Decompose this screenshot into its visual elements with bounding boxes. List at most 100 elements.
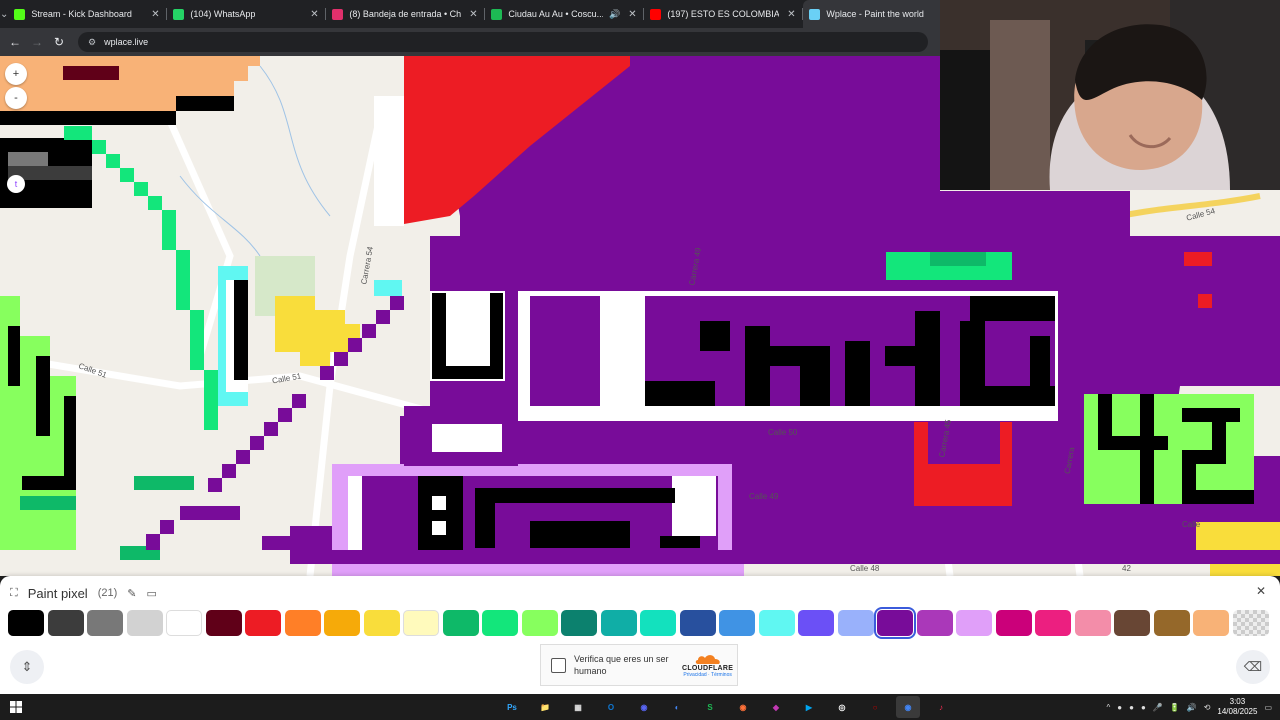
tab-title: (8) Bandeja de entrada • Chats <box>349 9 462 19</box>
color-swatch-dark-blue[interactable] <box>679 610 716 636</box>
notification-icon[interactable]: ▭ <box>1264 703 1272 712</box>
color-swatch-light-yellow[interactable] <box>403 610 439 636</box>
tray-icon[interactable]: 🔊 <box>1187 703 1197 712</box>
color-swatch-dark-gray[interactable] <box>47 610 84 636</box>
color-swatch-beige[interactable] <box>1193 610 1229 636</box>
close-icon[interactable]: ✕ <box>1252 584 1270 602</box>
taskbar-app-icon[interactable]: ◎ <box>830 696 854 718</box>
back-button[interactable]: ← <box>6 33 24 51</box>
taskbar-app-icon[interactable]: ◉ <box>632 696 656 718</box>
fullscreen-icon[interactable]: ⛶ <box>10 587 18 600</box>
pencil-icon[interactable]: ✎ <box>127 587 136 600</box>
tray-icon[interactable]: ● <box>1129 703 1134 712</box>
streamer-video <box>940 0 1280 190</box>
street-label: Calle 50 <box>768 428 798 437</box>
captcha-checkbox[interactable] <box>551 657 566 673</box>
taskbar-app-icon[interactable]: ▦ <box>566 696 590 718</box>
color-swatch-cyan[interactable] <box>758 610 795 636</box>
color-swatch-light-pink[interactable] <box>1074 610 1111 636</box>
tab-title: (197) ESTO ES COLOMBIA #3 |... <box>667 9 780 19</box>
windows-start-icon[interactable] <box>0 694 32 720</box>
tab-favicon-icon <box>173 8 185 20</box>
color-swatch-white[interactable] <box>166 610 202 636</box>
color-swatch-light-teal[interactable] <box>640 610 676 636</box>
expand-button[interactable]: ⇕ <box>10 650 44 684</box>
browser-tab[interactable]: Ciudau Au Au • Coscu... 🔊 ✕ <box>485 0 645 28</box>
color-swatch-dark-green[interactable] <box>442 610 479 636</box>
color-swatch-green[interactable] <box>482 610 518 636</box>
captcha-links[interactable]: Privacidad · Términos <box>683 672 732 678</box>
color-swatch-dark-purple[interactable] <box>874 607 916 639</box>
color-swatch-light-green[interactable] <box>521 610 558 636</box>
tab-favicon-icon <box>650 8 662 20</box>
captcha-text: Verifica que eres un ser humano <box>574 654 669 676</box>
forward-button[interactable]: → <box>28 33 46 51</box>
color-swatch-indigo[interactable] <box>798 610 834 636</box>
tray-icon[interactable]: ⟲ <box>1204 703 1211 712</box>
screen: ⌄ Stream - Kick Dashboard ✕ (104) WhatsApp… <box>0 0 1280 720</box>
taskbar-app-icon[interactable]: S <box>698 696 722 718</box>
tab-bar: ⌄ Stream - Kick Dashboard ✕ (104) WhatsApp… <box>0 0 963 28</box>
browser-tab[interactable]: (197) ESTO ES COLOMBIA #3 |... ✕ <box>644 0 804 28</box>
tab-close-icon[interactable]: ✕ <box>308 9 320 20</box>
color-swatch-yellow[interactable] <box>363 610 400 636</box>
color-swatch-black[interactable] <box>8 610 44 636</box>
color-swatch-gold[interactable] <box>324 610 360 636</box>
tray-icon[interactable]: ● <box>1141 703 1146 712</box>
clock[interactable]: 3:03 14/08/2025 <box>1217 697 1257 717</box>
taskbar-app-icon[interactable]: ▶ <box>797 696 821 718</box>
tab-search-icon[interactable]: ⌄ <box>0 0 8 28</box>
color-swatch-deep-red[interactable] <box>205 610 242 636</box>
tab-audio-icon[interactable]: 🔊 <box>609 9 620 20</box>
eraser-button[interactable]: ⌫ <box>1236 650 1270 684</box>
twitch-icon[interactable]: t <box>7 175 25 193</box>
taskbar-app-icon[interactable]: Ps <box>500 696 524 718</box>
browser-tab[interactable]: Wplace - Paint the world✕ <box>803 0 963 28</box>
color-swatch-blue[interactable] <box>719 610 755 636</box>
taskbar-app-icon[interactable]: O <box>599 696 623 718</box>
color-swatch-purple[interactable] <box>916 610 953 636</box>
tray-icon[interactable]: 🎤 <box>1153 703 1163 712</box>
address-bar[interactable]: ⚙ wplace.live <box>78 32 928 52</box>
taskbar-apps: Ps 📁 ▦ O ◉ ◐ S ◉ ◆ ▶ ◎ ○ ◉ ♪ <box>500 694 953 720</box>
taskbar-app-icon[interactable]: ◉ <box>731 696 755 718</box>
color-swatch-light-gray[interactable] <box>126 610 163 636</box>
color-swatch-pink[interactable] <box>1035 610 1071 636</box>
color-swatch-light-indigo[interactable] <box>837 610 874 636</box>
tray-icon[interactable]: ● <box>1117 703 1122 712</box>
browser-tab[interactable]: Stream - Kick Dashboard ✕ <box>8 0 168 28</box>
taskbar-app-icon[interactable]: 📁 <box>533 696 557 718</box>
taskbar-app-icon[interactable]: ♪ <box>929 696 953 718</box>
color-swatch-teal[interactable] <box>600 610 637 636</box>
clock-time: 3:03 <box>1229 697 1246 706</box>
tab-title: Wplace - Paint the world <box>826 9 924 19</box>
tab-close-icon[interactable]: ✕ <box>467 9 479 20</box>
color-swatch-orange[interactable] <box>284 610 321 636</box>
tab-close-icon[interactable]: ✕ <box>149 9 161 20</box>
color-swatch-dark-brown[interactable] <box>1114 610 1150 636</box>
zoom-out-button[interactable]: - <box>5 87 27 109</box>
taskbar-app-icon[interactable]: ◉ <box>896 696 920 718</box>
color-swatch-red[interactable] <box>245 610 281 636</box>
color-swatch-brown[interactable] <box>1153 610 1190 636</box>
color-swatch-dark-teal[interactable] <box>561 610 597 636</box>
zoom-in-button[interactable]: + <box>5 63 27 85</box>
color-swatch-transparent[interactable] <box>1232 610 1269 636</box>
tab-close-icon[interactable]: ✕ <box>785 9 797 20</box>
tray-icon[interactable]: 🔋 <box>1170 703 1180 712</box>
color-swatch-light-purple[interactable] <box>956 610 992 636</box>
pixel-count: (21) <box>97 587 118 599</box>
tray-icon[interactable]: ^ <box>1106 703 1110 712</box>
taskbar-app-icon[interactable]: ◐ <box>665 696 689 718</box>
reload-button[interactable]: ↻ <box>50 33 68 51</box>
url-text: wplace.live <box>104 37 149 47</box>
browser-tab[interactable]: (104) WhatsApp ✕ <box>167 0 327 28</box>
tab-close-icon[interactable]: ✕ <box>626 9 638 20</box>
color-swatch-gray[interactable] <box>87 610 123 636</box>
site-info-icon[interactable]: ⚙ <box>88 37 96 48</box>
taskbar-app-icon[interactable]: ○ <box>863 696 887 718</box>
color-swatch-dark-pink[interactable] <box>995 610 1032 636</box>
taskbar-app-icon[interactable]: ◆ <box>764 696 788 718</box>
bucket-icon[interactable]: ▭ <box>146 587 156 600</box>
browser-tab[interactable]: (8) Bandeja de entrada • Chats ✕ <box>326 0 486 28</box>
